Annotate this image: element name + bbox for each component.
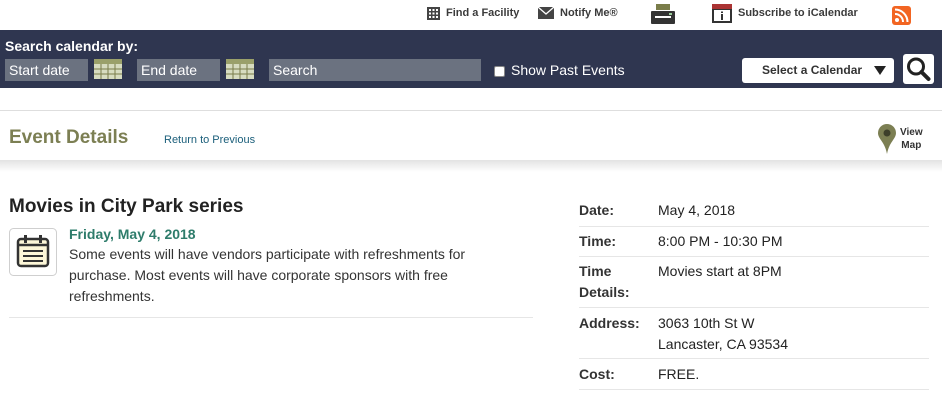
top-toolbar: Find a Facility Notify Me® Subscribe to … bbox=[0, 0, 942, 30]
time-value: 8:00 PM - 10:30 PM bbox=[658, 233, 783, 249]
printer-icon bbox=[651, 4, 675, 24]
envelope-icon bbox=[538, 7, 554, 19]
view-map-button[interactable]: View Map bbox=[878, 124, 928, 156]
print-button[interactable] bbox=[651, 4, 675, 24]
address-value: 3063 10th St W Lancaster, CA 93534 bbox=[658, 313, 788, 355]
divider bbox=[579, 226, 929, 227]
search-icon bbox=[907, 57, 931, 81]
address-line-1: 3063 10th St W bbox=[658, 315, 755, 331]
subscribe-label: Subscribe to iCalendar bbox=[738, 7, 858, 19]
select-calendar-label: Select a Calendar bbox=[762, 63, 863, 77]
map-pin-icon bbox=[878, 124, 896, 154]
calendar-icon bbox=[226, 59, 254, 79]
time-details-value: Movies start at 8PM bbox=[658, 263, 782, 279]
divider bbox=[579, 256, 929, 257]
end-date-input[interactable]: End date bbox=[137, 59, 220, 81]
date-label: Date: bbox=[579, 202, 615, 218]
view-map-label: View Map bbox=[900, 127, 923, 151]
page-title: Event Details bbox=[9, 127, 129, 148]
start-date-input[interactable]: Start date bbox=[5, 59, 88, 81]
cost-label: Cost: bbox=[579, 366, 615, 382]
divider bbox=[579, 389, 929, 390]
cost-value: FREE. bbox=[658, 366, 700, 382]
start-date-picker-button[interactable] bbox=[94, 59, 122, 79]
end-date-picker-button[interactable] bbox=[226, 59, 254, 79]
event-calendar-icon bbox=[9, 228, 57, 276]
divider bbox=[579, 358, 929, 359]
event-title: Movies in City Park series bbox=[9, 196, 244, 217]
address-label: Address: bbox=[579, 315, 640, 331]
calendar-info-icon bbox=[712, 4, 732, 23]
search-button[interactable] bbox=[903, 54, 934, 84]
find-facility-label: Find a Facility bbox=[446, 7, 520, 19]
search-input[interactable]: Search bbox=[269, 59, 481, 81]
event-description: Some events will have vendors participat… bbox=[69, 246, 466, 304]
search-calendar-title: Search calendar by: bbox=[5, 38, 139, 54]
event-date-heading: Friday, May 4, 2018 bbox=[69, 226, 196, 242]
notify-me-label: Notify Me® bbox=[560, 7, 618, 19]
chevron-down-icon bbox=[874, 66, 886, 75]
grid-icon bbox=[427, 6, 440, 20]
rss-button[interactable] bbox=[892, 5, 911, 25]
divider bbox=[579, 307, 929, 308]
notify-me-link[interactable]: Notify Me® bbox=[538, 4, 618, 22]
return-to-previous-link[interactable]: Return to Previous bbox=[164, 134, 255, 146]
divider bbox=[9, 317, 533, 318]
date-value: May 4, 2018 bbox=[658, 202, 736, 218]
time-label: Time: bbox=[579, 233, 617, 249]
select-calendar-dropdown[interactable]: Select a Calendar bbox=[742, 58, 894, 83]
address-line-2: Lancaster, CA 93534 bbox=[658, 336, 788, 352]
find-facility-link[interactable]: Find a Facility bbox=[427, 4, 519, 22]
show-past-events-checkbox[interactable] bbox=[494, 66, 505, 77]
subscribe-icalendar-link[interactable]: Subscribe to iCalendar bbox=[712, 4, 858, 23]
calendar-icon bbox=[94, 59, 122, 79]
header-divider bbox=[0, 160, 942, 172]
event-details-header bbox=[0, 110, 942, 161]
rss-icon bbox=[892, 5, 911, 25]
time-details-label: Time Details: bbox=[579, 263, 630, 300]
show-past-events-label[interactable]: Show Past Events bbox=[511, 62, 625, 78]
